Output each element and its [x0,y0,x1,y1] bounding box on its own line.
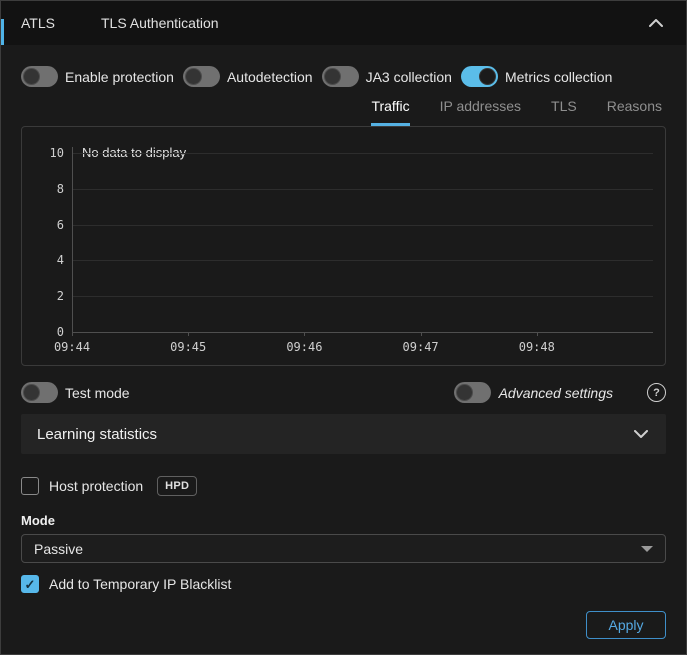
feature-toggle-label: JA3 collection [366,69,452,85]
test-mode-toggle[interactable] [21,382,58,403]
feature-toggle-3[interactable] [461,66,498,87]
panel-header[interactable]: ATLS TLS Authentication [1,1,686,45]
x-axis-tick [304,332,305,336]
feature-toggle-1[interactable] [183,66,220,87]
chart-tabs: Traffic IP addresses TLS Reasons [21,98,666,126]
apply-button[interactable]: Apply [586,611,666,639]
advanced-settings-toggle[interactable] [454,382,491,403]
x-axis-tick [188,332,189,336]
host-protection-row: ✓ Host protection HPD [21,476,666,496]
mode-select[interactable]: Passive [21,534,666,563]
x-axis-tick-label: 09:48 [519,340,555,354]
feature-toggle-item: JA3 collection [322,66,452,87]
x-axis-line [72,332,653,333]
traffic-chart: No data to display 024681009:4409:4509:4… [21,126,666,366]
mode-label: Mode [21,513,666,528]
advanced-settings-label: Advanced settings [499,385,613,401]
x-axis-tick [421,332,422,336]
blacklist-label: Add to Temporary IP Blacklist [49,576,231,592]
tab-reasons[interactable]: Reasons [607,98,662,126]
y-axis-line [72,147,73,332]
y-axis-tick-label: 6 [26,218,64,232]
tab-ip-addresses[interactable]: IP addresses [440,98,521,126]
x-axis-tick-label: 09:44 [54,340,90,354]
feature-toggle-item: Autodetection [183,66,313,87]
tls-authentication-panel: ATLS TLS Authentication Enable protectio… [0,0,687,655]
dropdown-caret-icon [641,546,653,552]
collapse-chevron-icon[interactable] [646,13,666,33]
feature-toggle-label: Enable protection [65,69,174,85]
product-name: ATLS [21,15,101,31]
chevron-down-icon [632,425,650,443]
x-axis-tick-label: 09:45 [170,340,206,354]
blacklist-checkbox[interactable]: ✓ [21,575,39,593]
host-protection-label: Host protection [49,478,143,494]
chart-plot-area: No data to display 024681009:4409:4509:4… [72,153,653,332]
mode-select-value: Passive [34,541,83,557]
advanced-settings-group: Advanced settings ? [454,382,666,403]
grid-line [73,153,653,154]
blacklist-row: ✓ Add to Temporary IP Blacklist [21,575,666,593]
x-axis-tick [537,332,538,336]
host-protection-checkbox[interactable]: ✓ [21,477,39,495]
panel-body: Enable protection Autodetection JA3 collec… [1,66,686,639]
feature-toggles-row: Enable protection Autodetection JA3 collec… [21,66,666,87]
tab-tls[interactable]: TLS [551,98,577,126]
y-axis-tick-label: 2 [26,289,64,303]
feature-toggle-label: Metrics collection [505,69,612,85]
feature-toggle-item: Metrics collection [461,66,612,87]
feature-toggle-label: Autodetection [227,69,313,85]
feature-toggle-0[interactable] [21,66,58,87]
y-axis-tick-label: 4 [26,253,64,267]
x-axis-tick [72,332,73,336]
tab-traffic[interactable]: Traffic [371,98,409,126]
checkmark-icon: ✓ [25,578,36,591]
panel-title: TLS Authentication [101,15,219,31]
grid-line [73,296,653,297]
feature-toggle-2[interactable] [322,66,359,87]
learning-statistics-label: Learning statistics [37,426,157,443]
apply-row: Apply [21,611,666,639]
help-icon[interactable]: ? [647,383,666,402]
y-axis-tick-label: 10 [26,146,64,160]
accent-bar [1,19,4,45]
x-axis-tick-label: 09:46 [286,340,322,354]
x-axis-tick-label: 09:47 [403,340,439,354]
test-mode-toggle-item: Test mode [21,382,130,403]
learning-statistics-expander[interactable]: Learning statistics [21,414,666,454]
grid-line [73,225,653,226]
grid-line [73,189,653,190]
test-mode-row: Test mode Advanced settings ? [21,382,666,403]
y-axis-tick-label: 8 [26,182,64,196]
hpd-badge: HPD [157,476,197,496]
test-mode-label: Test mode [65,385,130,401]
grid-line [73,260,653,261]
y-axis-tick-label: 0 [26,325,64,339]
feature-toggle-item: Enable protection [21,66,174,87]
